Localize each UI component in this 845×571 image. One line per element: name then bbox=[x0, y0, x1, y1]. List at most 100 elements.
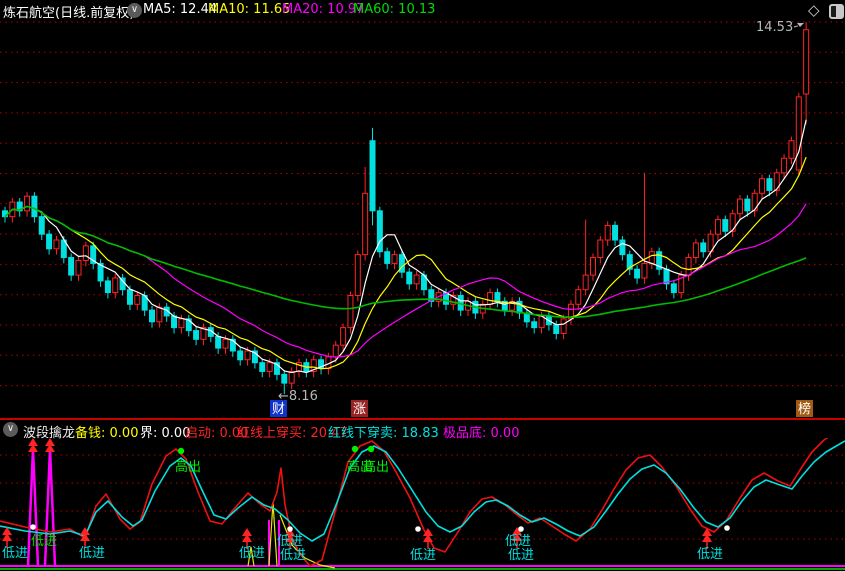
floor-label: 财 bbox=[272, 402, 285, 417]
candle-body bbox=[363, 193, 368, 254]
candle-body bbox=[223, 339, 228, 348]
white-signal-dot bbox=[724, 525, 730, 531]
candle-body bbox=[47, 234, 52, 249]
candle-body bbox=[267, 363, 272, 372]
ma60-value: 10.13 bbox=[398, 2, 435, 17]
green-signal-dot bbox=[352, 446, 358, 452]
candle-body bbox=[194, 331, 199, 340]
candle-body bbox=[701, 243, 706, 252]
candle-body bbox=[179, 319, 184, 328]
candle-body bbox=[414, 275, 419, 284]
buy-signal-label: 低进 bbox=[505, 534, 531, 549]
candle-body bbox=[715, 220, 720, 235]
candle-body bbox=[620, 240, 625, 255]
chevron-down-icon[interactable]: ∨ bbox=[3, 422, 18, 437]
candle-body bbox=[355, 255, 360, 296]
candle-body bbox=[583, 275, 588, 290]
candle-body bbox=[83, 246, 88, 261]
buy-signal-label: 低进 bbox=[79, 546, 105, 561]
chart-canvas: ←8.1614.53财涨榜低进低进低进低进低进低进低进低进低进低进高出高出高出 bbox=[0, 0, 845, 571]
field-label: 红线上穿买: bbox=[237, 426, 306, 441]
candle-body bbox=[796, 97, 801, 170]
split-screen-icon[interactable] bbox=[829, 4, 844, 19]
candle-body bbox=[392, 255, 397, 264]
indicator-name[interactable]: 波段擒龙 bbox=[23, 422, 75, 441]
white-signal-dot bbox=[415, 526, 421, 532]
candle-body bbox=[76, 260, 81, 275]
candle-body bbox=[554, 325, 559, 334]
candle-body bbox=[341, 328, 346, 346]
candle-body bbox=[738, 199, 743, 214]
indicator-field-jie: 界: 0.00 bbox=[140, 422, 190, 441]
candle-body bbox=[113, 278, 118, 293]
buy-signal-label: 低进 bbox=[280, 548, 306, 563]
candle-body bbox=[39, 217, 44, 235]
buy-arrow-icon bbox=[242, 528, 252, 542]
candle-body bbox=[693, 243, 698, 258]
candle-body bbox=[385, 252, 390, 264]
candle-body bbox=[591, 258, 596, 276]
ma20-label: MA20: bbox=[282, 2, 323, 17]
candle-body bbox=[238, 351, 243, 360]
candle-body bbox=[333, 345, 338, 357]
white-signal-dot bbox=[287, 526, 293, 532]
candle-body bbox=[605, 225, 610, 240]
stock-trading-app: { "header": { "title": "炼石航空(日线.前复权)", "… bbox=[0, 0, 845, 571]
candle-body bbox=[635, 269, 640, 278]
candle-body bbox=[495, 293, 500, 302]
buy-arrow-icon bbox=[2, 527, 12, 541]
candle-body bbox=[172, 316, 177, 328]
field-label: 红线下穿卖: bbox=[328, 426, 397, 441]
buy-signal-label: 低进 bbox=[31, 534, 57, 549]
diamond-icon[interactable]: ◇ bbox=[808, 3, 820, 18]
candle-body bbox=[127, 290, 132, 305]
candle-body bbox=[32, 196, 37, 216]
field-label: 界: bbox=[140, 426, 157, 441]
candle-body bbox=[260, 363, 265, 372]
oscillator-red-line bbox=[0, 428, 845, 566]
sell-signal-label: 高出 bbox=[363, 459, 389, 475]
green-signal-dot bbox=[178, 448, 184, 454]
buy-signal-label: 低进 bbox=[410, 548, 436, 563]
candle-body bbox=[245, 351, 250, 360]
chevron-down-icon[interactable]: ∨ bbox=[127, 3, 142, 18]
candle-body bbox=[135, 296, 140, 305]
candle-body bbox=[767, 179, 772, 191]
candle-body bbox=[54, 240, 59, 249]
field-label: 备钱: bbox=[75, 426, 105, 441]
candle-body bbox=[407, 272, 412, 284]
buy-signal-label: 低进 bbox=[277, 534, 303, 549]
buy-signal-label: 低进 bbox=[508, 548, 534, 563]
buy-signal-label: 低进 bbox=[697, 547, 723, 562]
ma5-readout: MA5: 12.44 bbox=[143, 2, 217, 17]
candle-body bbox=[782, 158, 787, 173]
buy-signal-label: 低进 bbox=[2, 546, 28, 561]
candle-body bbox=[150, 310, 155, 322]
floor-label: 榜 bbox=[798, 401, 811, 417]
buy-signal-label: 低进 bbox=[239, 546, 265, 561]
white-signal-dot bbox=[518, 526, 524, 532]
annotation-arrow-head bbox=[797, 23, 804, 27]
candle-body bbox=[532, 322, 537, 328]
high-price-annotation: 14.53 bbox=[756, 20, 793, 35]
candle-body bbox=[598, 240, 603, 258]
field-label: 启动: bbox=[185, 426, 215, 441]
candle-body bbox=[69, 258, 74, 276]
candle-body bbox=[216, 336, 221, 348]
candle-body bbox=[642, 263, 647, 278]
indicator-field-red-cross-sell: 红线下穿卖: 18.83 bbox=[328, 422, 439, 441]
field-label: 极品底: bbox=[443, 426, 486, 441]
candle-body bbox=[745, 199, 750, 211]
stock-title[interactable]: 炼石航空(日线.前复权) bbox=[3, 2, 134, 21]
candle-body bbox=[760, 179, 765, 194]
candle-body bbox=[157, 307, 162, 322]
ma60-label: MA60: bbox=[353, 2, 394, 17]
candle-body bbox=[282, 374, 287, 383]
ma10-readout: MA10: 11.65 bbox=[208, 2, 290, 17]
ma60-readout: MA60: 10.13 bbox=[353, 2, 435, 17]
floor-label: 涨 bbox=[353, 402, 366, 417]
sell-signal-label: 高出 bbox=[175, 459, 201, 475]
candle-body bbox=[370, 141, 375, 211]
ma5-label: MA5: bbox=[143, 2, 176, 17]
main-chart-header: 炼石航空(日线.前复权) ∨ MA5: 12.44 MA10: 11.65 MA… bbox=[0, 0, 845, 21]
